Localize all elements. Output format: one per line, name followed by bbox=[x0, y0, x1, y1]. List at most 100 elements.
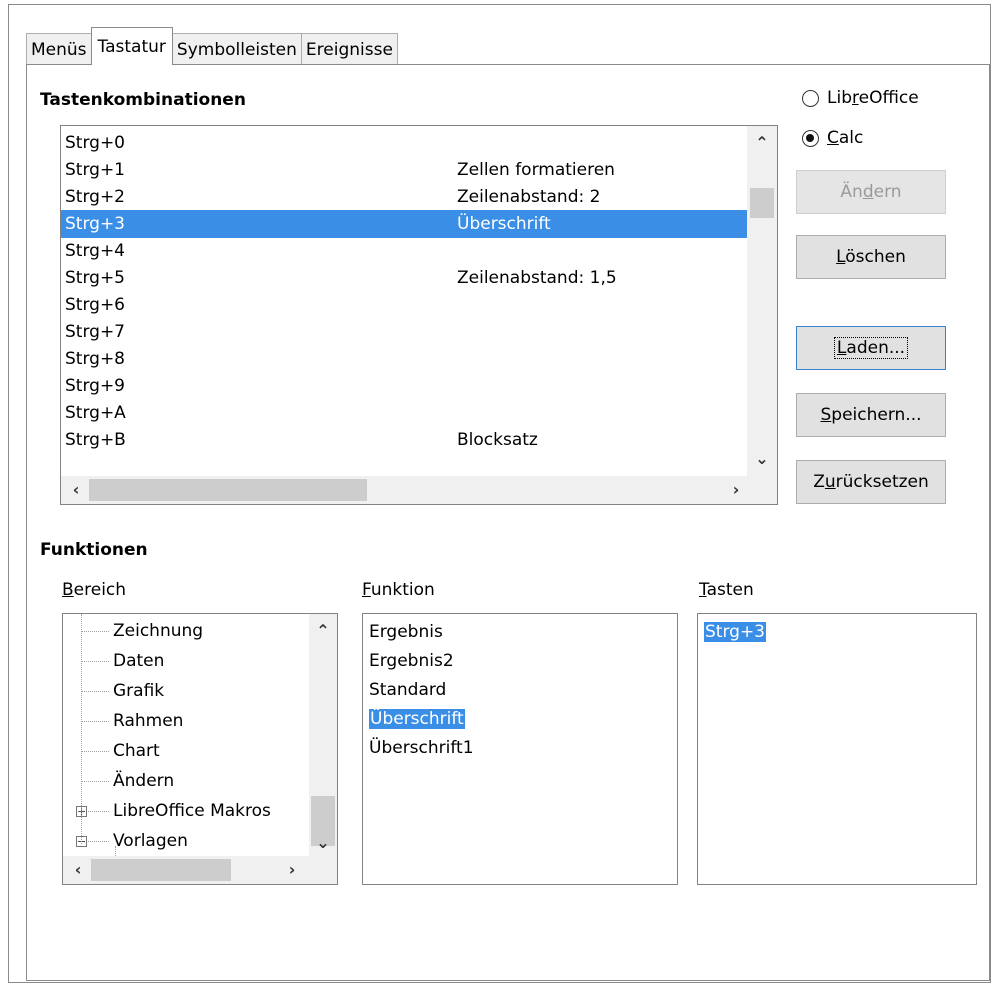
shortcut-row[interactable]: Strg+1 Zellen formatieren bbox=[61, 156, 747, 184]
shortcut-function: Blocksatz bbox=[457, 430, 538, 450]
function-item-label: Ergebnis2 bbox=[369, 651, 454, 671]
tab-menus[interactable]: Menüs bbox=[26, 33, 92, 65]
shortcut-key: Strg+9 bbox=[65, 376, 125, 396]
shortcut-keys-list[interactable]: Strg+0 Strg+1 Zellen formatieren Strg+2 Zeil… bbox=[60, 125, 778, 505]
radio-calc[interactable]: Calc bbox=[802, 128, 863, 148]
key-item-label: Strg+3 bbox=[704, 622, 766, 642]
function-item[interactable]: Überschrift bbox=[369, 705, 465, 734]
category-scroll-up-icon[interactable]: ⌃ bbox=[312, 620, 334, 642]
tree-item[interactable]: Vorlagen bbox=[113, 826, 188, 856]
shortcut-key: Strg+7 bbox=[65, 322, 125, 342]
tab-toolbars[interactable]: Symbolleisten bbox=[171, 33, 302, 65]
shortcut-key: Strg+4 bbox=[65, 241, 125, 261]
category-horizontal-scrollbar[interactable]: ‹ › bbox=[63, 856, 337, 884]
function-label: Funktion bbox=[362, 580, 435, 600]
function-item-label: Ergebnis bbox=[369, 622, 443, 642]
shortcut-row[interactable]: Strg+A bbox=[61, 399, 747, 427]
tab-events[interactable]: Ereignisse bbox=[300, 33, 398, 65]
tree-item[interactable]: LibreOffice Makros bbox=[113, 796, 271, 826]
tree-connector bbox=[81, 631, 109, 632]
radio-calc-indicator[interactable] bbox=[802, 129, 819, 147]
tree-item[interactable]: Rahmen bbox=[113, 706, 183, 736]
shortcut-row[interactable]: Strg+6 bbox=[61, 291, 747, 319]
shortcut-list-horizontal-scrollbar[interactable]: ‹ › bbox=[61, 476, 777, 504]
tree-item-label: Grafik bbox=[113, 681, 165, 701]
keys-list[interactable]: Strg+3 bbox=[697, 613, 977, 885]
function-item[interactable]: Ergebnis2 bbox=[369, 647, 454, 676]
hscroll-thumb[interactable] bbox=[89, 479, 367, 501]
shortcut-key: Strg+1 bbox=[65, 160, 125, 180]
category-tree[interactable]: Zeichnung Daten Grafik Rahmen Chart Ändern + Li… bbox=[62, 613, 338, 885]
shortcut-function: Zellen formatieren bbox=[457, 160, 615, 180]
radio-libreoffice-indicator[interactable] bbox=[802, 89, 819, 107]
scroll-down-arrow-icon[interactable]: ⌄ bbox=[751, 448, 773, 470]
delete-button[interactable]: Löschen bbox=[796, 235, 946, 279]
shortcut-row[interactable]: Strg+B Blocksatz bbox=[61, 426, 747, 454]
tree-item-label: Ändern bbox=[113, 771, 175, 791]
tree-item[interactable]: Zeichnung bbox=[113, 616, 203, 646]
function-item-label: Überschrift bbox=[369, 709, 465, 729]
shortcut-row[interactable]: Strg+3 Überschrift bbox=[61, 210, 747, 238]
scroll-thumb[interactable] bbox=[750, 188, 774, 218]
function-item-label: Überschrift1 bbox=[369, 738, 474, 758]
tree-item[interactable]: Ändern bbox=[113, 766, 174, 796]
customize-dialog: Menüs Tastatur Symbolleisten Ereignisse … bbox=[0, 0, 995, 987]
category-label: Bereich bbox=[62, 580, 127, 600]
tree-item-label: Chart bbox=[113, 741, 160, 761]
keys-label: Tasten bbox=[699, 580, 754, 600]
tree-item-label: Daten bbox=[113, 651, 165, 671]
function-item[interactable]: Standard bbox=[369, 676, 446, 705]
shortcut-row[interactable]: Strg+0 bbox=[61, 129, 747, 157]
save-button[interactable]: Speichern... bbox=[796, 393, 946, 437]
scroll-right-arrow-icon[interactable]: › bbox=[725, 479, 747, 501]
category-scroll-down-icon[interactable]: ⌄ bbox=[312, 832, 334, 854]
scroll-left-arrow-icon[interactable]: ‹ bbox=[65, 479, 87, 501]
shortcut-row[interactable]: Strg+8 bbox=[61, 345, 747, 373]
tree-item[interactable]: Chart bbox=[113, 736, 160, 766]
shortcut-row[interactable]: Strg+5 Zeilenabstand: 1,5 bbox=[61, 264, 747, 292]
function-list[interactable]: Ergebnis Ergebnis2 Standard Überschrift Über… bbox=[362, 613, 678, 885]
shortcut-row[interactable]: Strg+4 bbox=[61, 237, 747, 265]
save-button-label: Speichern... bbox=[820, 405, 922, 425]
shortcut-key: Strg+2 bbox=[65, 187, 125, 207]
shortcut-row[interactable]: Strg+9 bbox=[61, 372, 747, 400]
radio-libreoffice-label: LibreOffice bbox=[827, 88, 919, 108]
tree-item[interactable]: Daten bbox=[113, 646, 164, 676]
shortcut-key: Strg+A bbox=[65, 403, 126, 423]
reset-button-label: Zurücksetzen bbox=[813, 472, 929, 492]
shortcut-key: Strg+3 bbox=[65, 214, 125, 234]
category-scroll-left-icon[interactable]: ‹ bbox=[67, 859, 89, 881]
tree-connector bbox=[81, 751, 109, 752]
function-item[interactable]: Überschrift1 bbox=[369, 734, 474, 763]
shortcut-list-vertical-scrollbar[interactable]: ⌃ ⌄ bbox=[747, 126, 777, 476]
category-hscroll-thumb[interactable] bbox=[91, 859, 231, 881]
functions-title: Funktionen bbox=[40, 540, 148, 560]
load-button[interactable]: Laden... bbox=[796, 326, 946, 370]
scroll-up-arrow-icon[interactable]: ⌃ bbox=[751, 132, 773, 154]
tab-keyboard[interactable]: Tastatur bbox=[90, 27, 173, 65]
tree-item-label: Rahmen bbox=[113, 711, 184, 731]
shortcut-row[interactable]: Strg+7 bbox=[61, 318, 747, 346]
tree-connector bbox=[81, 691, 109, 692]
tree-item[interactable]: Grafik bbox=[113, 676, 164, 706]
reset-button[interactable]: Zurücksetzen bbox=[796, 460, 946, 504]
function-item-label: Standard bbox=[369, 680, 447, 700]
shortcut-key: Strg+5 bbox=[65, 268, 125, 288]
modify-button-label: Ändern bbox=[840, 182, 902, 202]
tree-connector bbox=[81, 661, 109, 662]
category-scroll-right-icon[interactable]: › bbox=[281, 859, 303, 881]
tree-connector bbox=[81, 781, 109, 782]
shortcut-function: Zeilenabstand: 1,5 bbox=[457, 268, 617, 288]
load-button-label: Laden... bbox=[833, 337, 909, 359]
shortcut-key: Strg+0 bbox=[65, 133, 125, 153]
tab-menus-label: Menüs bbox=[31, 39, 87, 60]
key-item[interactable]: Strg+3 bbox=[704, 618, 766, 647]
modify-button[interactable]: Ändern bbox=[796, 170, 946, 214]
shortcut-key: Strg+6 bbox=[65, 295, 125, 315]
shortcut-row[interactable]: Strg+2 Zeilenabstand: 2 bbox=[61, 183, 747, 211]
function-item[interactable]: Ergebnis bbox=[369, 618, 443, 647]
category-vertical-scrollbar[interactable]: ⌃ ⌄ bbox=[309, 614, 337, 856]
radio-libreoffice[interactable]: LibreOffice bbox=[802, 88, 919, 108]
delete-button-label: Löschen bbox=[836, 247, 906, 267]
shortcut-key: Strg+B bbox=[65, 430, 126, 450]
